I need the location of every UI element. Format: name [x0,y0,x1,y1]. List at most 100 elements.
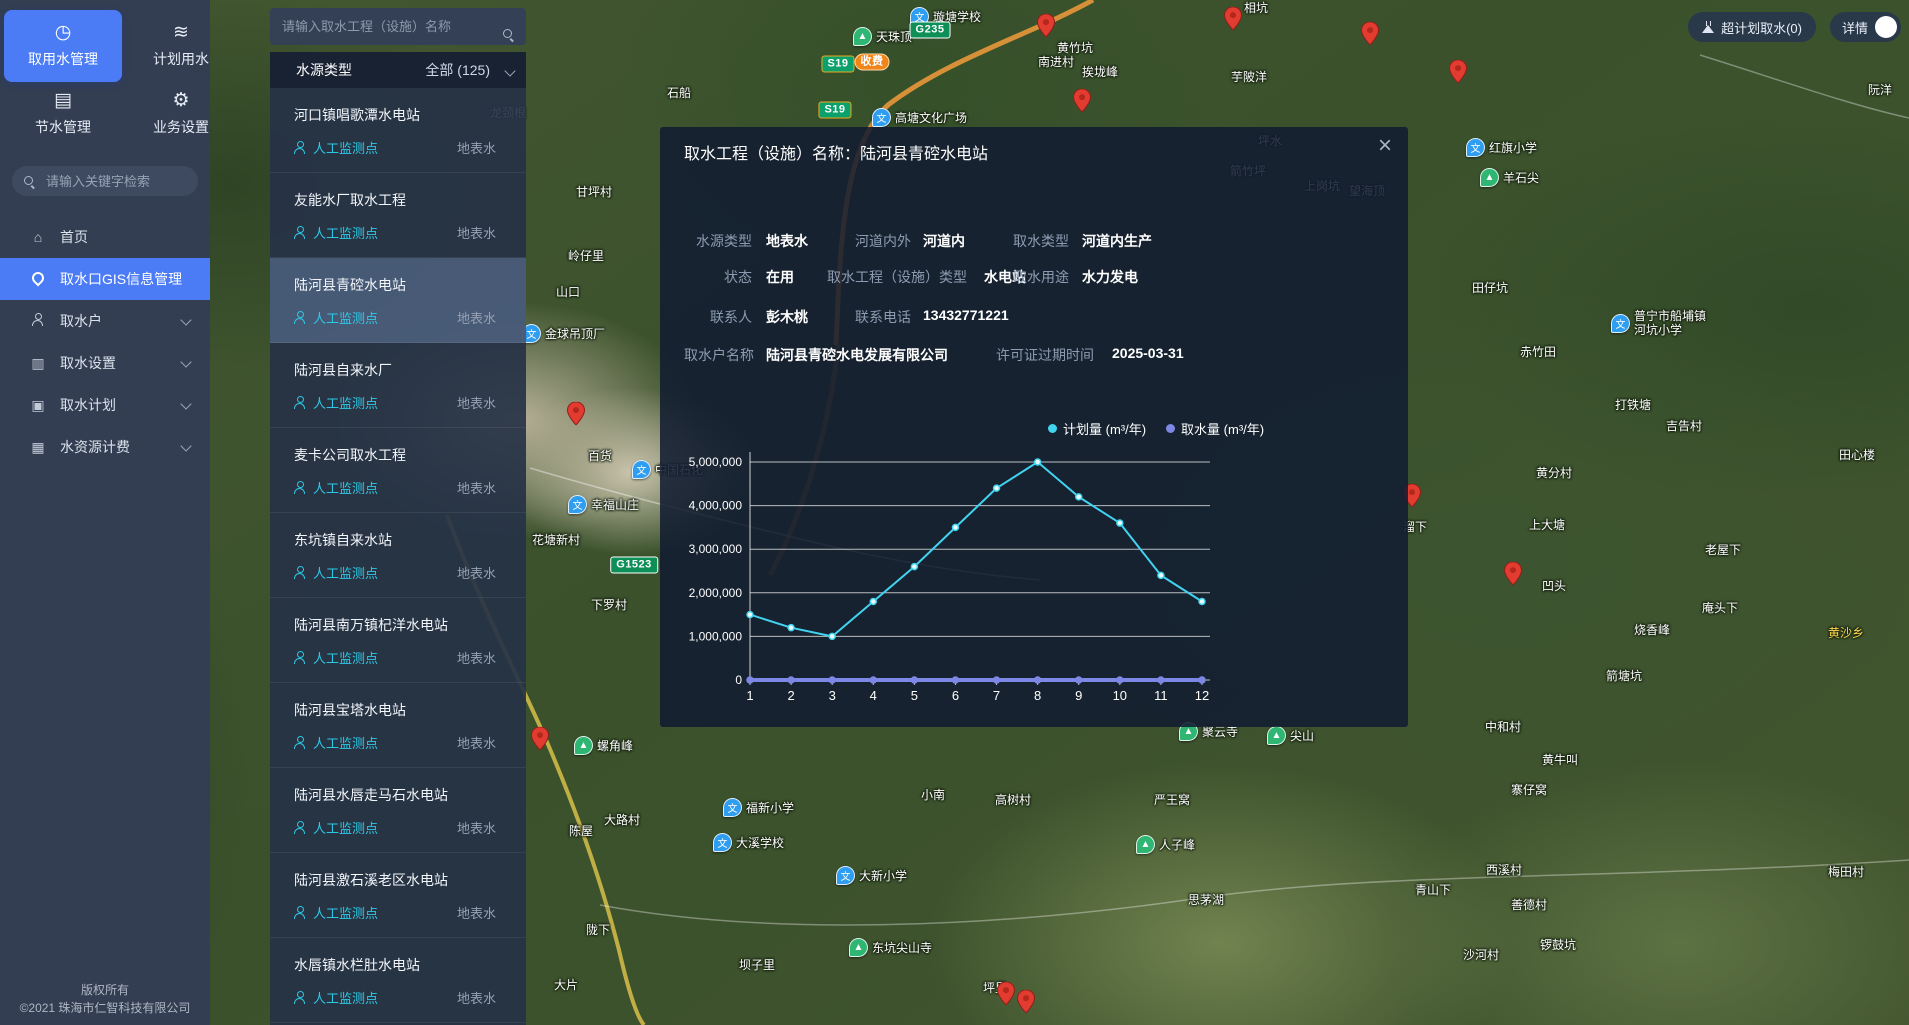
intake-list-item[interactable]: 陆河县自来水厂人工监测点地表水 [270,343,526,428]
map-marker-pin-icon[interactable] [531,727,549,756]
map-label: 寨仔窝 [1511,783,1547,797]
module-tab-label: 业务设置 [153,117,209,137]
map-poi[interactable]: 文金球吊顶厂 [522,324,605,343]
intake-list-item[interactable]: 陆河县宝塔水电站人工监测点地表水 [270,683,526,768]
sidebar-item-label: 水资源计费 [60,437,130,457]
water-source-label: 地表水 [457,733,496,752]
map-marker-pin-icon[interactable] [1361,22,1379,51]
water-source-label: 地表水 [457,138,496,157]
detail-toggle[interactable]: 详情 [1830,12,1901,42]
map-marker-pin-icon[interactable] [1073,89,1091,118]
map-label: 庵头下 [1702,601,1738,615]
chevron-down-icon [180,398,191,409]
intake-list-panel: 水源类型 全部 (125) 河口镇唱歌潭水电站人工监测点地表水友能水厂取水工程人… [270,0,526,1025]
intake-detail-modal: 取水工程（设施）名称：陆河县青硿水电站 × 水源类型地表水河道内外河道内取水类型… [660,127,1408,727]
map-poi-label: 红旗小学 [1489,141,1537,155]
map-poi[interactable]: ▲天珠顶 [853,27,912,46]
intake-name: 河口镇唱歌潭水电站 [294,88,512,125]
map-poi[interactable]: 文大溪学校 [713,833,784,852]
sidebar-item-取水口GIS信息管理[interactable]: 取水口GIS信息管理 [0,258,210,300]
intake-name: 陆河县自来水厂 [294,343,512,380]
map-poi[interactable]: 文幸福山庄 [568,495,639,514]
intake-list-item[interactable]: 陆河县南万镇杞洋水电站人工监测点地表水 [270,598,526,683]
intake-list-item[interactable]: 河口镇唱歌潭水电站人工监测点地表水 [270,88,526,173]
sidebar-item-label: 取水计划 [60,395,116,415]
person-icon [294,566,306,579]
intake-list-item[interactable]: 陆河县激石溪老区水电站人工监测点地表水 [270,853,526,938]
map-poi-label: 人子峰 [1159,838,1195,852]
module-grid: ◷取用水管理≋计划用水▤节水管理⚙业务设置 [0,0,210,150]
school-poi-icon: 文 [1466,138,1485,157]
gear-icon: ⚙ [172,91,189,110]
intake-list: 河口镇唱歌潭水电站人工监测点地表水友能水厂取水工程人工监测点地表水陆河县青硿水电… [270,88,526,1023]
svg-text:5: 5 [911,688,918,703]
map-label: 大片 [554,978,578,992]
map-poi[interactable]: 文福新小学 [723,798,794,817]
copyright-line1: 版权所有 [0,981,210,999]
map-label: 芋陂洋 [1231,70,1267,84]
map-marker-pin-icon[interactable] [567,402,585,431]
module-tab-3[interactable]: ▤节水管理 [4,78,122,150]
map-marker-pin-icon[interactable] [997,982,1015,1011]
map-label: 田心楼 [1839,448,1875,462]
svg-text:9: 9 [1075,688,1082,703]
map-label: 思茅湖 [1188,893,1224,907]
map-label: 岭仔里 [568,249,604,263]
water-source-label: 地表水 [457,223,496,242]
report-icon: ▤ [54,91,72,110]
map-marker-pin-icon[interactable] [1037,14,1055,43]
map-poi[interactable]: ▲人子峰 [1136,835,1195,854]
sidebar-item-取水户[interactable]: 取水户 [0,300,210,342]
module-tab-1[interactable]: ◷取用水管理 [4,10,122,82]
map-label: 青山下 [1415,883,1451,897]
map-label: 西溪村 [1486,863,1522,877]
intake-list-item[interactable]: 陆河县水唇走马石水电站人工监测点地表水 [270,768,526,853]
over-plan-intake-button[interactable]: 超计划取水(0) [1688,12,1816,42]
map-marker-pin-icon[interactable] [1017,990,1035,1019]
road-badge: G1523 [610,557,658,574]
map-poi[interactable]: 文普宁市船埔镇 河坑小学 [1611,309,1706,337]
intake-project-search-input[interactable] [270,8,526,45]
map-poi-label: 东坑尖山寺 [872,941,932,955]
map-poi[interactable]: ▲羊石尖 [1480,168,1539,187]
map-poi[interactable]: 文高塘文化广场 [872,108,967,127]
detail-field: 联系电话13432771221 [684,307,1384,329]
map-label: 田仔坑 [1472,281,1508,295]
map-poi[interactable]: 文大新小学 [836,866,907,885]
map-label: 甘坪村 [576,185,612,199]
sidebar-item-首页[interactable]: ⌂首页 [0,216,210,258]
map-marker-pin-icon[interactable] [1449,60,1467,89]
map-marker-pin-icon[interactable] [1224,7,1242,36]
module-tab-4[interactable]: ⚙ 业务设置 [122,78,240,150]
map-marker-pin-icon[interactable] [1504,562,1522,591]
toggle-knob-icon[interactable] [1875,16,1897,38]
intake-list-item[interactable]: 友能水厂取水工程人工监测点地表水 [270,173,526,258]
map-poi[interactable]: 文红旗小学 [1466,138,1537,157]
map-poi[interactable]: ▲螺角峰 [574,736,633,755]
database-icon: ▥ [30,355,46,372]
search-icon[interactable] [503,29,514,40]
sidebar-item-取水计划[interactable]: ▣取水计划 [0,384,210,426]
intake-list-item[interactable]: 陆河县青硿水电站人工监测点地表水 [270,258,526,343]
water-source-label: 地表水 [457,818,496,837]
keyword-search-input[interactable] [12,166,198,196]
person-icon [294,991,306,1004]
intake-list-item[interactable]: 东坑镇自来水站人工监测点地表水 [270,513,526,598]
map-poi[interactable]: ▲东坑尖山寺 [849,938,932,957]
mountain-poi-icon: ▲ [1267,726,1286,745]
sidebar-item-取水设置[interactable]: ▥取水设置 [0,342,210,384]
intake-list-item[interactable]: 水唇镇水栏肚水电站人工监测点地表水 [270,938,526,1023]
mountain-poi-icon: ▲ [574,736,593,755]
close-icon[interactable]: × [1378,131,1392,161]
sidebar-item-label: 取水户 [60,311,102,331]
module-tab-2[interactable]: ≋计划用水 [122,10,240,82]
topbar: 超计划取水(0) 详情 [1688,12,1901,42]
map-label: 箭塘坑 [1606,669,1642,683]
map-poi[interactable]: ▲尖山 [1267,726,1314,745]
svg-text:11: 11 [1154,688,1168,703]
field-label: 取水类型 [984,231,1069,251]
map-poi-label: 福新小学 [746,801,794,815]
intake-list-item[interactable]: 麦卡公司取水工程人工监测点地表水 [270,428,526,513]
sidebar-item-水资源计费[interactable]: ▦水资源计费 [0,426,210,468]
water-source-filter[interactable]: 水源类型 全部 (125) [270,52,526,88]
